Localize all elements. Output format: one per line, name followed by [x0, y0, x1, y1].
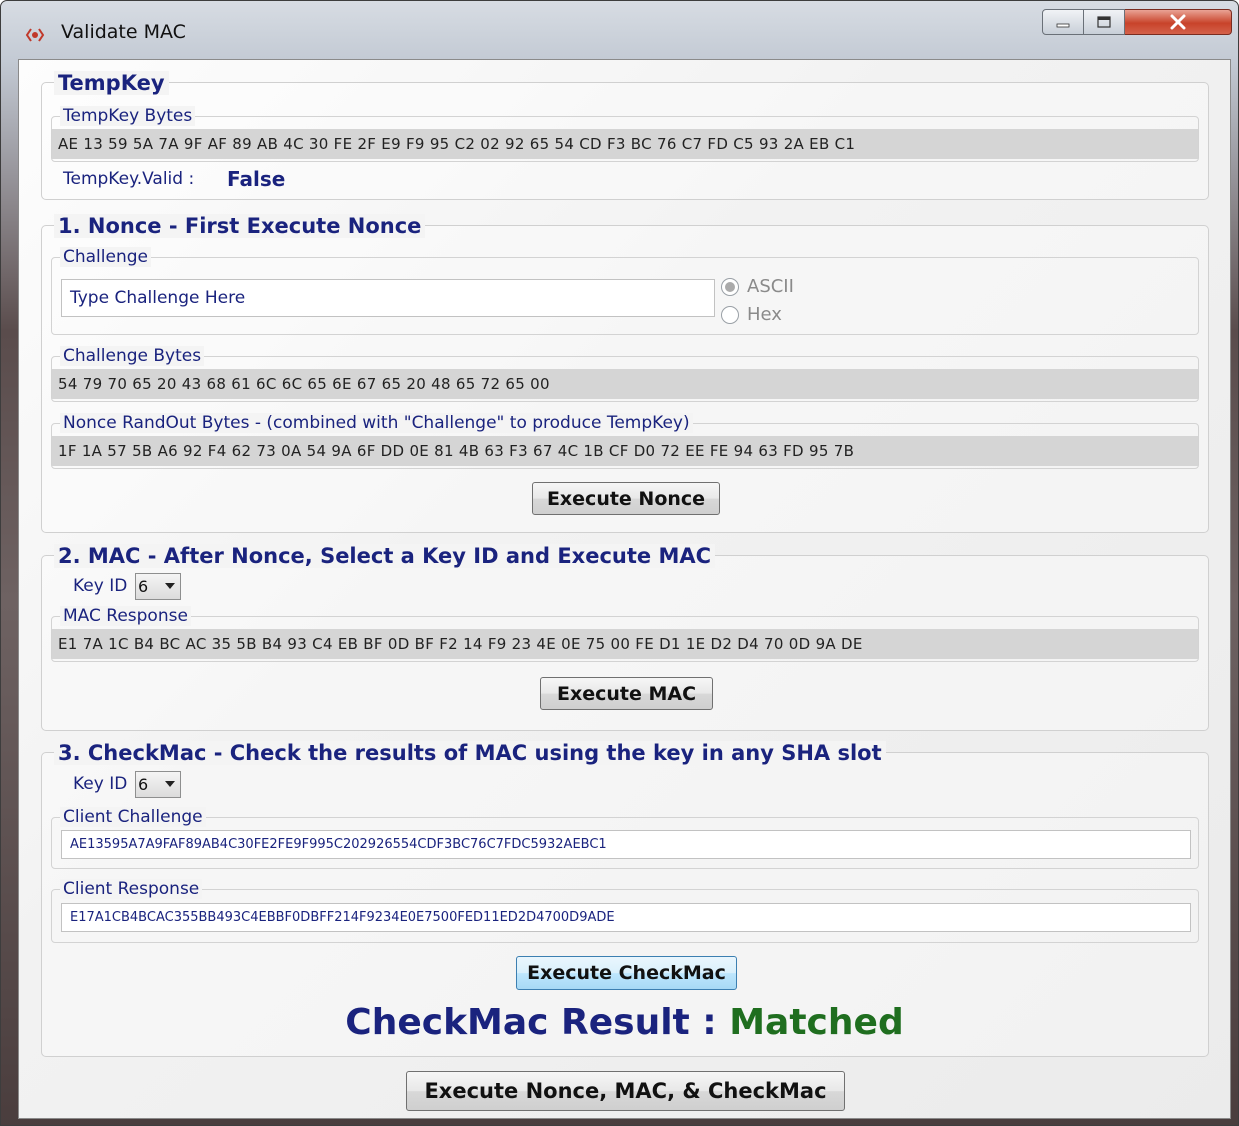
client-response-box: Client Response E17A1CB4BCAC355BB493C4EB…	[51, 879, 1199, 943]
challenge-bytes-value: 54 79 70 65 20 43 68 61 6C 6C 65 6E 67 6…	[52, 369, 1198, 399]
tempkey-valid-value: False	[227, 167, 286, 191]
ascii-radio-circle	[721, 277, 739, 296]
mac-response-value: E1 7A 1C B4 BC AC 35 5B B4 93 C4 EB BF 0…	[52, 629, 1198, 659]
randout-bytes-value: 1F 1A 57 5B A6 92 F4 62 73 0A 54 9A 6F D…	[52, 436, 1198, 466]
mac-keyid-label: Key ID	[73, 576, 128, 596]
ascii-radio-label: ASCII	[747, 276, 794, 297]
mac-group: 2. MAC - After Nonce, Select a Key ID an…	[41, 544, 1209, 731]
hex-radio[interactable]: Hex	[721, 304, 782, 325]
execute-all-button[interactable]: Execute Nonce, MAC, & CheckMac	[406, 1071, 845, 1111]
client-area: TempKey TempKey Bytes AE 13 59 5A 7A 9F …	[18, 59, 1231, 1119]
client-challenge-box: Client Challenge AE13595A7A9FAF89AB4C30F…	[51, 807, 1199, 869]
execute-checkmac-button[interactable]: Execute CheckMac	[516, 956, 737, 990]
checkmac-result-label: CheckMac Result :	[345, 1002, 730, 1043]
minimize-button[interactable]	[1042, 9, 1084, 35]
ascii-radio-dot	[725, 281, 735, 292]
mac-response-box: MAC Response E1 7A 1C B4 BC AC 35 5B B4 …	[51, 606, 1199, 662]
tempkey-bytes-box: TempKey Bytes AE 13 59 5A 7A 9F AF 89 AB…	[51, 106, 1199, 162]
challenge-input[interactable]: Type Challenge Here	[61, 279, 715, 317]
close-button[interactable]	[1125, 9, 1232, 35]
challenge-bytes-box: Challenge Bytes 54 79 70 65 20 43 68 61 …	[51, 346, 1199, 402]
window-title: Validate MAC	[61, 21, 186, 43]
tempkey-bytes-label: TempKey Bytes	[60, 106, 196, 126]
title-bar[interactable]: Validate MAC	[1, 1, 1238, 59]
maximize-button[interactable]	[1084, 9, 1125, 35]
challenge-bytes-label: Challenge Bytes	[60, 346, 205, 366]
chevron-down-icon	[165, 583, 175, 589]
tempkey-group-title: TempKey	[54, 71, 169, 95]
client-challenge-input[interactable]: AE13595A7A9FAF89AB4C30FE2FE9F995C2029265…	[61, 830, 1191, 859]
mac-keyid-select[interactable]: 6	[135, 573, 181, 600]
client-response-label: Client Response	[60, 879, 203, 899]
close-icon	[1170, 14, 1186, 30]
hex-radio-label: Hex	[747, 304, 782, 325]
execute-nonce-button[interactable]: Execute Nonce	[532, 482, 720, 515]
ascii-radio[interactable]: ASCII	[721, 276, 794, 297]
client-response-input[interactable]: E17A1CB4BCAC355BB493C4EBBF0DBFF214F9234E…	[61, 903, 1191, 932]
mac-keyid-value: 6	[138, 577, 149, 596]
client-challenge-label: Client Challenge	[60, 807, 206, 827]
validate-mac-window: Validate MAC TempKey TempKey Bytes AE 13…	[0, 0, 1239, 1126]
checkmac-keyid-value: 6	[138, 775, 149, 794]
checkmac-result-value: Matched	[729, 1002, 904, 1043]
nonce-group-title: 1. Nonce - First Execute Nonce	[54, 214, 426, 238]
checkmac-keyid-select[interactable]: 6	[135, 771, 181, 798]
randout-label: Nonce RandOut Bytes - (combined with "Ch…	[60, 413, 693, 433]
execute-mac-button[interactable]: Execute MAC	[540, 677, 713, 710]
hex-radio-circle	[721, 305, 739, 324]
randout-box: Nonce RandOut Bytes - (combined with "Ch…	[51, 413, 1199, 469]
mac-group-title: 2. MAC - After Nonce, Select a Key ID an…	[54, 544, 716, 568]
checkmac-result: CheckMac Result : Matched	[19, 1002, 1230, 1043]
maximize-icon	[1097, 16, 1111, 28]
app-icon	[25, 28, 45, 42]
tempkey-valid-label: TempKey.Valid :	[63, 169, 195, 189]
minimize-icon	[1056, 23, 1070, 28]
checkmac-keyid-label: Key ID	[73, 774, 128, 794]
checkmac-group-title: 3. CheckMac - Check the results of MAC u…	[54, 741, 886, 765]
challenge-label: Challenge	[60, 247, 151, 267]
tempkey-bytes-value: AE 13 59 5A 7A 9F AF 89 AB 4C 30 FE 2F E…	[52, 129, 1198, 159]
chevron-down-icon	[165, 781, 175, 787]
nonce-group: 1. Nonce - First Execute Nonce Challenge…	[41, 214, 1209, 533]
tempkey-group: TempKey TempKey Bytes AE 13 59 5A 7A 9F …	[41, 71, 1209, 200]
challenge-box: Challenge Type Challenge Here ASCII Hex	[51, 247, 1199, 335]
mac-response-label: MAC Response	[60, 606, 191, 626]
